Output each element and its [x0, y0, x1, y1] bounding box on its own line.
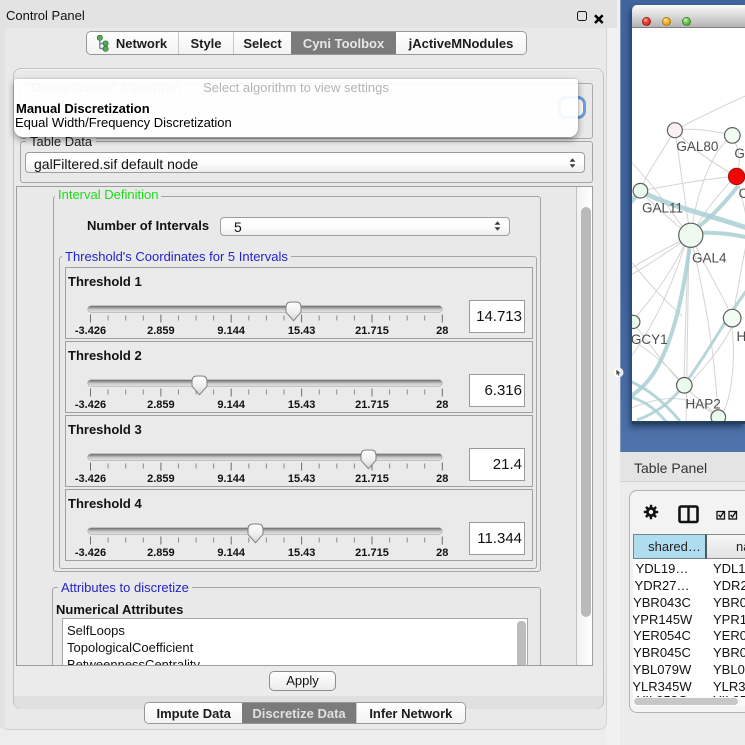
svg-text:GAL80: GAL80	[676, 139, 718, 154]
svg-text:GAL7: GAL7	[734, 146, 745, 161]
svg-text:GAL11: GAL11	[642, 201, 683, 216]
svg-text:HAP2: HAP2	[686, 397, 721, 412]
svg-text:HI: HI	[737, 329, 745, 344]
svg-text:GCY1: GCY1	[632, 332, 668, 347]
svg-text:GAL4: GAL4	[692, 251, 727, 266]
svg-text:CY: CY	[739, 186, 745, 201]
